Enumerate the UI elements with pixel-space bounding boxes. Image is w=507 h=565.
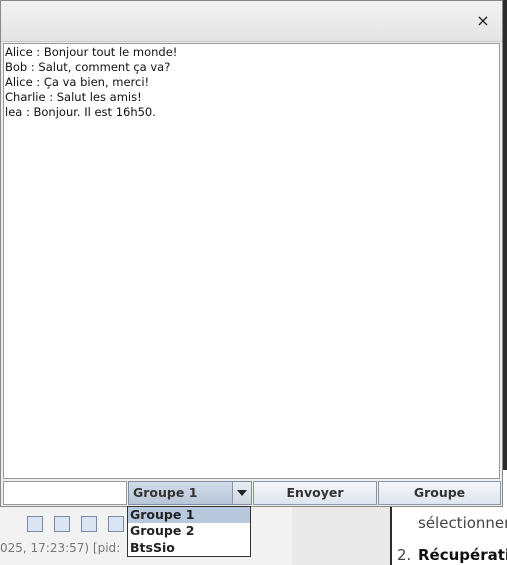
- group-dropdown-list: Groupe 1 Groupe 2 BtsSio: [127, 506, 251, 557]
- background-tool-icon: [27, 516, 43, 532]
- dropdown-option-btssio[interactable]: BtsSio: [128, 540, 250, 556]
- dropdown-option-groupe-1[interactable]: Groupe 1: [128, 507, 250, 524]
- group-button[interactable]: Groupe: [378, 481, 501, 505]
- background-doc-heading: Récupératio: [418, 546, 507, 564]
- chat-message: Bob : Salut, comment ça va?: [5, 60, 171, 74]
- background-tool-icon: [81, 516, 97, 532]
- background-tool-icon: [54, 516, 70, 532]
- background-status-text: 025, 17:23:57) [pid:: [0, 541, 121, 555]
- chat-message: lea : Bonjour. Il est 16h50.: [5, 105, 156, 119]
- dropdown-option-groupe-2[interactable]: Groupe 2: [128, 523, 250, 539]
- background-tool-icon: [108, 516, 124, 532]
- chat-window: × Alice : Bonjour tout le monde! Bob : S…: [0, 0, 503, 507]
- chat-message: Alice : Bonjour tout le monde!: [5, 45, 178, 59]
- group-select-value: Groupe 1: [133, 485, 198, 500]
- title-bar: ×: [1, 1, 502, 42]
- close-button[interactable]: ×: [472, 10, 494, 32]
- chat-history[interactable]: Alice : Bonjour tout le monde! Bob : Sal…: [3, 43, 500, 479]
- chat-message: Charlie : Salut les amis!: [5, 90, 142, 104]
- group-select[interactable]: Groupe 1: [128, 481, 252, 505]
- background-doc-text: sélectionner: [418, 514, 507, 532]
- send-button[interactable]: Envoyer: [253, 481, 377, 505]
- background-doc-number: 2.: [397, 546, 412, 564]
- message-input[interactable]: [3, 481, 127, 505]
- chevron-down-icon[interactable]: [232, 482, 251, 504]
- input-bar: Groupe 1 Envoyer Groupe: [3, 481, 501, 505]
- chat-message: Alice : Ça va bien, merci!: [5, 75, 150, 89]
